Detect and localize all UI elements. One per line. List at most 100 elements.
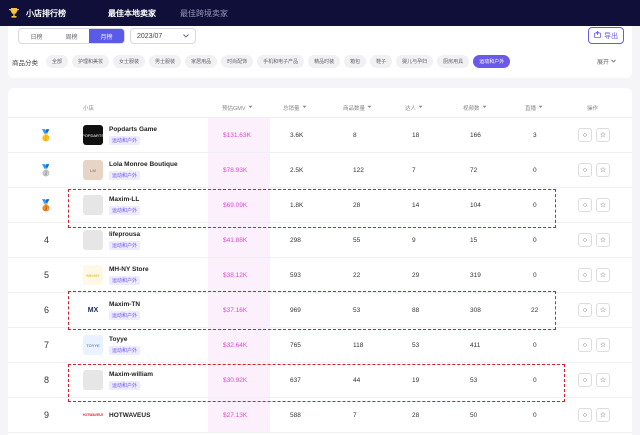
view-button[interactable]: ○	[578, 268, 592, 282]
favorite-button[interactable]: ☆	[596, 338, 610, 352]
header-gmv[interactable]: 预估GMV	[222, 104, 253, 112]
highlight-box	[68, 291, 556, 330]
search-icon: ○	[582, 236, 588, 244]
products-value: 118	[353, 341, 364, 349]
expand-toggle[interactable]: 展开	[597, 55, 616, 68]
category-womens-clothing[interactable]: 女士服装	[113, 55, 146, 68]
tab-daily[interactable]: 日榜	[19, 29, 54, 43]
view-button[interactable]: ○	[578, 163, 592, 177]
shop-name[interactable]: MH-NY Store	[109, 266, 149, 273]
header-sales[interactable]: 总销量	[283, 104, 307, 112]
header-actions: 操作	[587, 106, 599, 112]
view-button[interactable]: ○	[578, 303, 592, 317]
category-shoes[interactable]: 鞋子	[370, 55, 393, 68]
view-button[interactable]: ○	[578, 233, 592, 247]
favorite-button[interactable]: ☆	[596, 163, 610, 177]
table-row[interactable]: 5 MH-NY MH-NY Store 运动和户外 $38.12K 593 22 …	[8, 258, 632, 293]
period-tabs: 日榜 周榜 月榜	[18, 28, 125, 44]
shop-name[interactable]: HOTWAVEUS	[109, 412, 150, 419]
shop-name[interactable]: Lola Monroe Boutique	[109, 161, 178, 168]
products-value: 8	[353, 131, 357, 139]
category-tag: 运动和户外	[109, 275, 141, 285]
search-icon: ○	[582, 341, 588, 349]
category-care-beauty[interactable]: 护理和美妆	[72, 55, 110, 68]
view-button[interactable]: ○	[578, 338, 592, 352]
category-boutique[interactable]: 精品时装	[308, 55, 341, 68]
view-button[interactable]: ○	[578, 128, 592, 142]
category-fashion-accessories[interactable]: 时尚配饰	[221, 55, 254, 68]
favorite-button[interactable]: ☆	[596, 408, 610, 422]
sort-icon	[482, 105, 487, 111]
star-icon: ☆	[599, 132, 607, 139]
view-button[interactable]: ○	[578, 198, 592, 212]
star-icon: ☆	[599, 342, 607, 349]
trophy-icon	[8, 7, 20, 19]
table-row[interactable]: 9 HOTWAVEUS HOTWAVEUS $27.13K 588 7 28 5…	[8, 398, 632, 433]
category-phones-electronics[interactable]: 手机和电子产品	[257, 55, 305, 68]
live-value: 0	[533, 341, 537, 349]
favorite-button[interactable]: ☆	[596, 268, 610, 282]
gmv-value: $27.13K	[208, 398, 270, 432]
rank-number: 9	[44, 410, 50, 420]
chevron-down-icon	[183, 33, 189, 40]
category-baby-maternity[interactable]: 婴儿与孕妇	[396, 55, 434, 68]
shop-name[interactable]: lifeprousa	[109, 231, 140, 238]
tab-weekly[interactable]: 周榜	[54, 29, 89, 43]
category-all[interactable]: 全部	[46, 55, 69, 68]
view-button[interactable]: ○	[578, 373, 592, 387]
category-sports-outdoors[interactable]: 运动和户外	[473, 55, 511, 68]
header-creators[interactable]: 达人	[405, 104, 423, 112]
star-icon: ☆	[599, 377, 607, 384]
category-kitchen[interactable]: 厨房用具	[437, 55, 470, 68]
category-mens-clothing[interactable]: 男士服装	[149, 55, 182, 68]
sort-icon	[367, 105, 372, 111]
rank-number: 7	[44, 340, 50, 350]
live-value: 0	[533, 411, 537, 419]
category-home[interactable]: 家居用品	[185, 55, 218, 68]
header-products[interactable]: 商品数量	[343, 104, 372, 112]
favorite-button[interactable]: ☆	[596, 373, 610, 387]
tab-best-local-sellers[interactable]: 最佳本地卖家	[108, 8, 156, 19]
favorite-button[interactable]: ☆	[596, 198, 610, 212]
shop-logo: TOYYE	[83, 335, 103, 355]
star-icon: ☆	[599, 202, 607, 209]
app-title: 小店排行榜	[26, 8, 66, 18]
tab-best-cross-border-sellers[interactable]: 最佳跨境卖家	[180, 8, 228, 19]
star-icon: ☆	[599, 307, 607, 314]
search-icon: ○	[582, 376, 588, 384]
creators-value: 28	[412, 411, 420, 419]
sales-value: 3.6K	[290, 131, 304, 139]
creators-value: 9	[412, 236, 416, 244]
sales-value: 2.5K	[290, 166, 304, 174]
videos-value: 15	[470, 236, 478, 244]
header-videos[interactable]: 视频数	[463, 104, 487, 112]
table-row[interactable]: 4 lifeprousa 运动和户外 $41.88K 298 55 9 15 0 …	[8, 223, 632, 258]
shop-name[interactable]: Toyye	[109, 336, 140, 343]
sales-value: 593	[290, 271, 301, 279]
favorite-button[interactable]: ☆	[596, 128, 610, 142]
header-live[interactable]: 直播	[525, 104, 543, 112]
star-icon: ☆	[599, 272, 607, 279]
category-bags[interactable]: 箱包	[344, 55, 367, 68]
table-row[interactable]: 7 TOYYE Toyye 运动和户外 $32.64K 765 118 53 41…	[8, 328, 632, 363]
header-sales-label: 总销量	[283, 106, 300, 112]
sales-value: 765	[290, 341, 301, 349]
view-button[interactable]: ○	[578, 408, 592, 422]
rank-number: 4	[44, 235, 50, 245]
header-live-label: 直播	[525, 106, 537, 112]
tab-monthly[interactable]: 月榜	[89, 29, 124, 43]
export-button[interactable]: 导出	[588, 27, 624, 44]
table-row[interactable]: 🥈 LM Lola Monroe Boutique 运动和户外 $78.93K 2…	[8, 153, 632, 188]
export-icon	[594, 30, 601, 40]
header-creators-label: 达人	[405, 106, 417, 112]
gmv-value: $38.12K	[208, 258, 270, 292]
creators-value: 18	[412, 131, 420, 139]
date-picker[interactable]: 2023/07	[130, 28, 196, 44]
table-row[interactable]: 🥇 POPDARTS Popdarts Game 运动和户外 $131.63K 3…	[8, 118, 632, 153]
gmv-value: $131.63K	[208, 118, 270, 152]
expand-label: 展开	[597, 60, 610, 66]
favorite-button[interactable]: ☆	[596, 233, 610, 247]
shop-logo: POPDARTS	[83, 125, 103, 145]
favorite-button[interactable]: ☆	[596, 303, 610, 317]
shop-name[interactable]: Popdarts Game	[109, 126, 157, 133]
